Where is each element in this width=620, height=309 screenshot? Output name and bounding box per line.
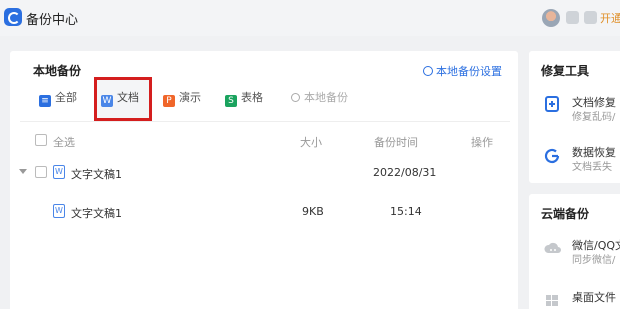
doc-repair-desc: 修复乱码/	[572, 112, 616, 123]
tab-spreadsheets[interactable]: S 表格	[225, 89, 263, 107]
expand-arrow-icon[interactable]	[19, 169, 27, 174]
desktop-files-name[interactable]: 桌面文件	[572, 289, 616, 305]
app-title: 备份中心	[26, 13, 79, 28]
local-backup-panel: 本地备份 本地备份设置 ≡ 全部 W 文档 P 演示 S 表格 本地备份 全选 大小 备…	[10, 51, 518, 309]
badge-icon[interactable]	[566, 11, 579, 24]
doc-repair-icon	[545, 96, 559, 112]
select-all-checkbox[interactable]	[35, 134, 47, 146]
windows-icon	[546, 295, 558, 306]
repair-tools-title: 修复工具	[541, 64, 590, 78]
backup-date: 2022/08/31	[373, 166, 437, 179]
spreadsheet-icon: S	[225, 95, 237, 107]
settings-link-label: 本地备份设置	[436, 65, 502, 78]
word-doc-icon: W	[101, 95, 113, 107]
row-checkbox[interactable]	[35, 166, 47, 178]
backup-settings-link[interactable]: 本地备份设置	[423, 63, 502, 79]
repair-tools-panel: 修复工具 文档修复 修复乱码/ 数据恢复 文档丢失	[529, 51, 620, 183]
tab-spreadsheets-label: 表格	[241, 91, 263, 104]
avatar[interactable]	[542, 9, 560, 27]
ppt-icon: P	[163, 95, 175, 107]
app-logo-icon	[4, 8, 22, 26]
search-icon	[291, 93, 300, 102]
cloud-backup-panel: 云端备份 微信/QQ文 同步微信/ 桌面文件	[529, 194, 620, 309]
gear-icon	[423, 66, 433, 76]
header-backup-time: 备份时间	[374, 136, 418, 149]
tab-presentations[interactable]: P 演示	[163, 89, 201, 107]
vip-link[interactable]: 开通	[600, 10, 620, 26]
header-action: 操作	[471, 136, 493, 149]
header-size: 大小	[300, 136, 322, 149]
cloud-backup-title: 云端备份	[541, 207, 590, 221]
word-doc-icon: W	[53, 165, 65, 179]
data-recovery-icon	[544, 148, 560, 164]
tab-documents[interactable]: W 文档	[101, 89, 139, 107]
tab-presentations-label: 演示	[179, 91, 201, 104]
list-icon: ≡	[39, 95, 51, 107]
search-placeholder: 本地备份	[304, 91, 348, 104]
member-icon[interactable]	[584, 11, 597, 24]
wechat-cloud-icon	[544, 242, 561, 253]
header-select-all: 全选	[53, 136, 75, 149]
data-recovery-desc: 文档丢失	[572, 162, 612, 173]
divider	[20, 121, 510, 122]
search-input[interactable]: 本地备份	[291, 89, 348, 107]
tab-documents-label: 文档	[117, 91, 139, 104]
file-name[interactable]: 文字文稿1	[71, 166, 122, 182]
backup-time: 15:14	[390, 205, 422, 218]
title-bar: 备份中心 开通	[0, 0, 620, 36]
wechat-backup-desc: 同步微信/	[572, 255, 616, 266]
section-title: 本地备份	[33, 64, 82, 78]
tab-all-label: 全部	[55, 91, 77, 104]
file-name[interactable]: 文字文稿1	[71, 205, 122, 221]
word-doc-icon: W	[53, 204, 65, 218]
file-size: 9KB	[302, 205, 324, 218]
tab-all[interactable]: ≡ 全部	[39, 89, 77, 107]
